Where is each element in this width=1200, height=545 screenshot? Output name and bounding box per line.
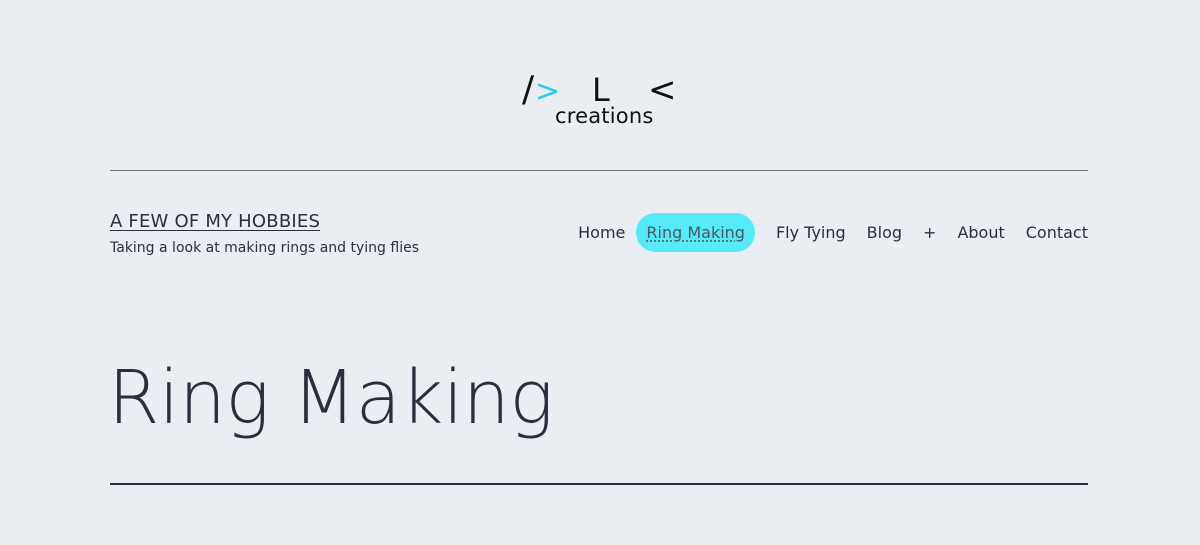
logo-slash-glyph: /	[522, 69, 535, 110]
logo-text: creations	[555, 104, 654, 128]
site-logo[interactable]: / > L < creations	[520, 66, 680, 136]
primary-nav: Home Ring Making Fly Tying Blog + About …	[578, 212, 1088, 252]
nav-item-home[interactable]: Home	[578, 223, 625, 242]
nav-item-contact[interactable]: Contact	[1026, 223, 1088, 242]
nav-item-about[interactable]: About	[957, 223, 1004, 242]
nav-item-fly-tying[interactable]: Fly Tying	[776, 223, 846, 242]
header-divider	[110, 170, 1088, 171]
nav-item-ring-making[interactable]: Ring Making	[636, 212, 755, 252]
site-tagline: Taking a look at making rings and tying …	[110, 240, 419, 256]
page-title: Ring Making	[108, 355, 554, 441]
submenu-expand-plus-icon[interactable]: +	[923, 223, 936, 242]
title-divider	[110, 483, 1088, 485]
site-title-link[interactable]: A FEW OF MY HOBBIES	[110, 211, 320, 232]
nav-item-blog[interactable]: Blog	[867, 223, 902, 242]
